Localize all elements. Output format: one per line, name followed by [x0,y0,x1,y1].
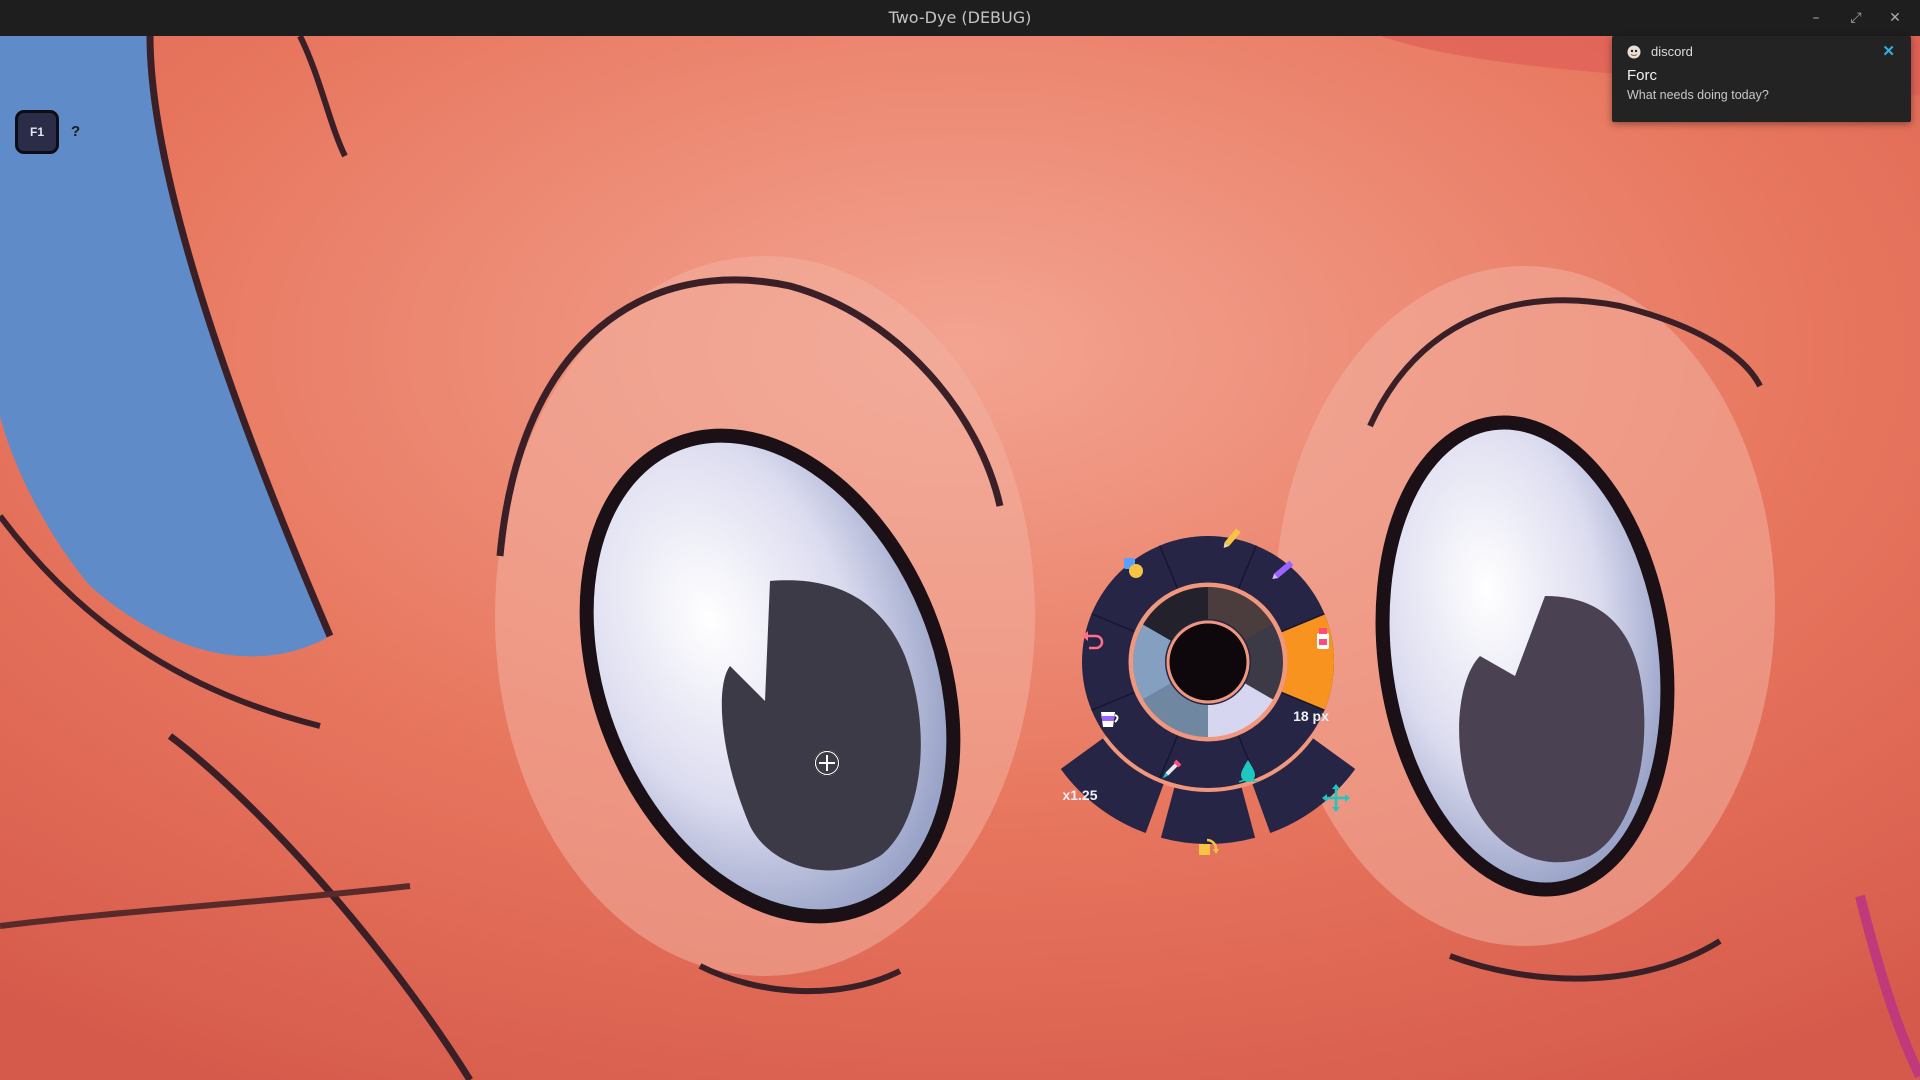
title-bar: Two-Dye (DEBUG) – ⤢ ✕ [0,0,1920,36]
close-window-button[interactable]: ✕ [1877,0,1913,36]
notification-app-name: discord [1651,44,1693,59]
brush-size-control[interactable]: 18 px [1293,708,1329,724]
minimize-button[interactable]: – [1798,0,1834,36]
drawing-canvas[interactable] [0,36,1920,1080]
radial-tool-wheel: 18 px x1.25 [1018,500,1398,880]
brush-cursor-icon [814,750,840,776]
brush-size-label: 18 px [1293,708,1329,724]
discord-avatar-icon [1627,45,1641,59]
window-title: Two-Dye (DEBUG) [888,8,1032,27]
notification-close-button[interactable]: ✕ [1882,42,1895,60]
maximize-button[interactable]: ⤢ [1838,0,1874,36]
help-key-button[interactable]: F1 [15,110,59,154]
fill-segment[interactable] [1160,785,1256,844]
notification-message: What needs doing today? [1627,88,1769,102]
help-hint: ? [71,123,81,140]
wheel-graphic: 18 px x1.25 [1060,528,1356,855]
artwork [0,36,1920,1080]
zoom-control[interactable]: x1.25 [1062,787,1097,803]
active-color-swatch[interactable] [1166,620,1250,704]
notification-toast[interactable]: discord ✕ Forc What needs doing today? [1612,36,1911,122]
notification-sender: Forc [1627,67,1657,84]
zoom-label: x1.25 [1062,787,1097,803]
